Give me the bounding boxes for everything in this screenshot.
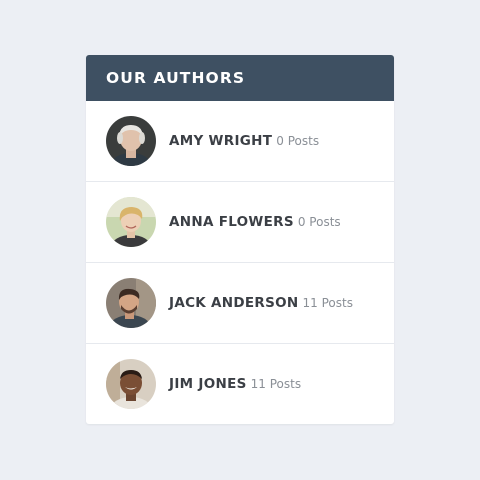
widget-title: OUR AUTHORS [106,69,246,87]
author-name[interactable]: ANNA FLOWERS [169,214,294,230]
avatar[interactable] [106,197,156,247]
authors-widget: OUR AUTHORS AMY WRIGHT 0 Posts ANNA FLOW… [86,55,394,424]
post-count: 11 Posts [250,377,302,391]
author-item-anna-flowers[interactable]: ANNA FLOWERS 0 Posts [86,181,394,262]
post-count: 0 Posts [276,134,320,148]
post-count: 11 Posts [302,296,353,310]
author-name[interactable]: JIM JONES [169,376,247,392]
author-item-jack-anderson[interactable]: JACK ANDERSON 11 Posts [86,262,394,343]
author-list: AMY WRIGHT 0 Posts ANNA FLOWERS 0 Posts [86,101,394,424]
author-item-amy-wright[interactable]: AMY WRIGHT 0 Posts [86,101,394,181]
widget-header: OUR AUTHORS [86,55,394,101]
avatar[interactable] [106,116,156,166]
author-name[interactable]: AMY WRIGHT [169,133,272,149]
post-count: 0 Posts [297,215,341,229]
author-name[interactable]: JACK ANDERSON [169,295,299,311]
avatar[interactable] [106,278,156,328]
author-item-jim-jones[interactable]: JIM JONES 11 Posts [86,343,394,424]
avatar[interactable] [106,359,156,409]
